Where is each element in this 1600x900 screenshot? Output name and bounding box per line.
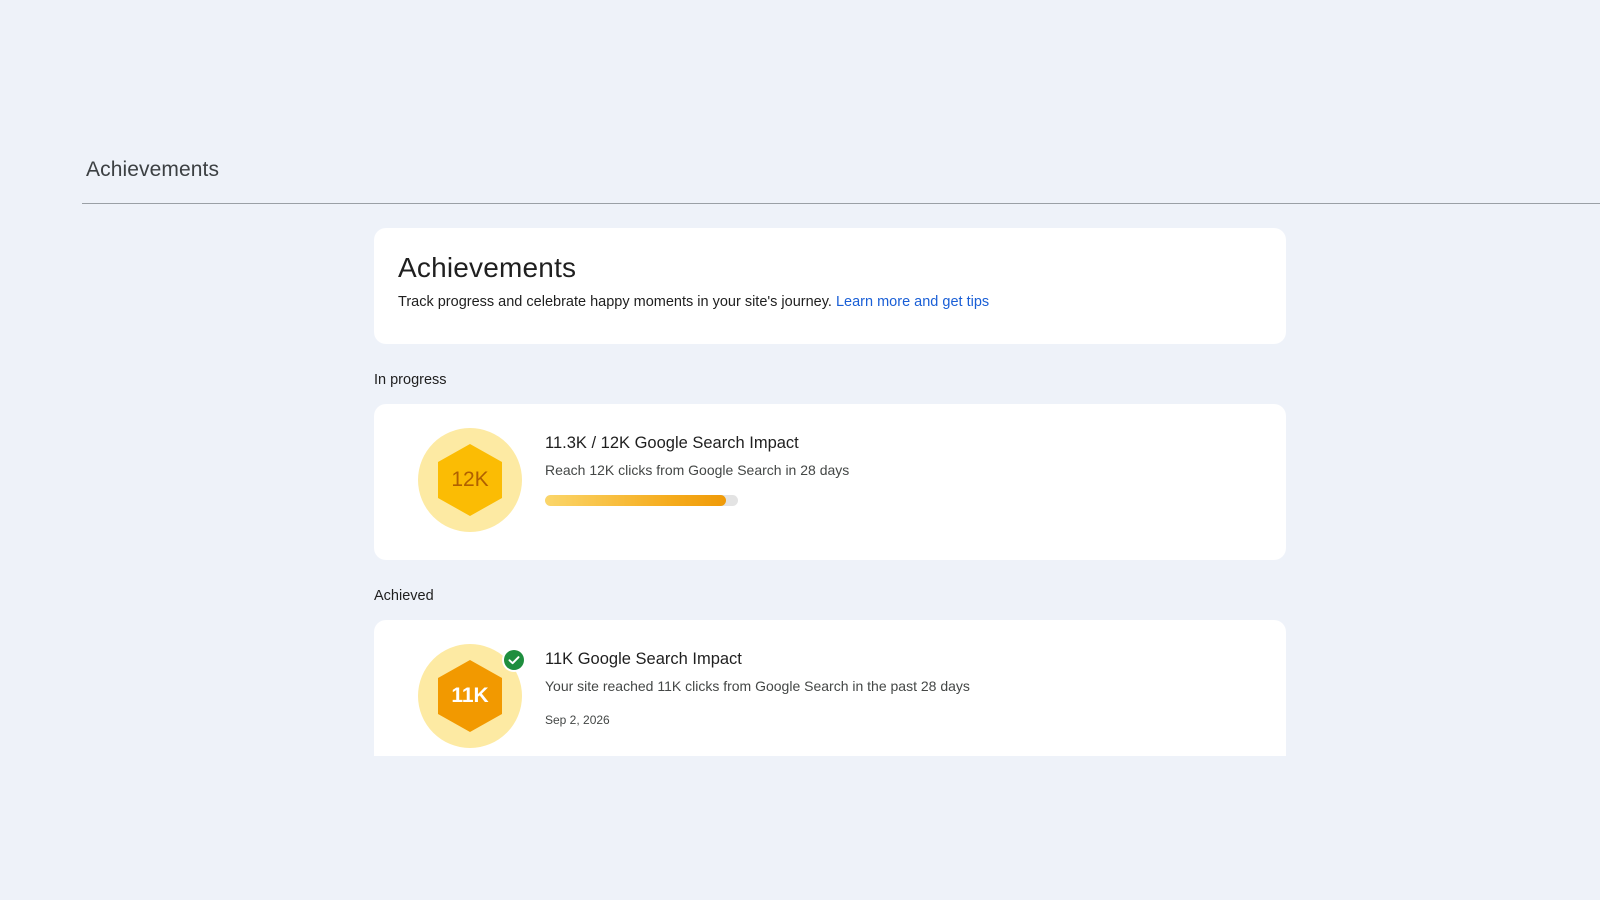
achievement-card-achieved[interactable]: 11K 11K Google Search Impact Your site r… xyxy=(374,620,1286,756)
achievement-description: Your site reached 11K clicks from Google… xyxy=(545,678,970,694)
progress-bar xyxy=(545,495,738,506)
achievement-details: 11.3K / 12K Google Search Impact Reach 1… xyxy=(545,434,849,506)
badge-label: 12K xyxy=(451,468,489,491)
section-label-achieved: Achieved xyxy=(374,588,434,604)
achievement-badge: 12K xyxy=(418,428,522,532)
achievements-page: Achievements Achievements Track progress… xyxy=(0,0,1600,900)
section-label-in-progress: In progress xyxy=(374,372,447,388)
achievement-title: 11K Google Search Impact xyxy=(545,650,742,668)
intro-card: Achievements Track progress and celebrat… xyxy=(374,228,1286,344)
intro-description: Track progress and celebrate happy momen… xyxy=(398,294,1262,310)
learn-more-link[interactable]: Learn more and get tips xyxy=(836,294,989,310)
progress-bar-fill xyxy=(545,495,727,506)
achievement-card-in-progress[interactable]: 12K 11.3K / 12K Google Search Impact Rea… xyxy=(374,404,1286,560)
header-divider xyxy=(82,203,1600,204)
achievement-description: Reach 12K clicks from Google Search in 2… xyxy=(545,462,850,478)
check-circle-icon xyxy=(502,648,526,672)
achievement-badge: 11K xyxy=(418,644,526,748)
intro-description-text: Track progress and celebrate happy momen… xyxy=(398,294,836,310)
page-header-title: Achievements xyxy=(86,158,220,181)
achievement-date: Sep 2, 2026 xyxy=(545,713,610,727)
achievement-title: 11.3K / 12K Google Search Impact xyxy=(545,434,799,452)
page-title: Achievements xyxy=(398,252,577,283)
achievement-details: 11K Google Search Impact Your site reach… xyxy=(545,650,970,727)
main-content: Achievements Track progress and celebrat… xyxy=(374,228,1286,756)
